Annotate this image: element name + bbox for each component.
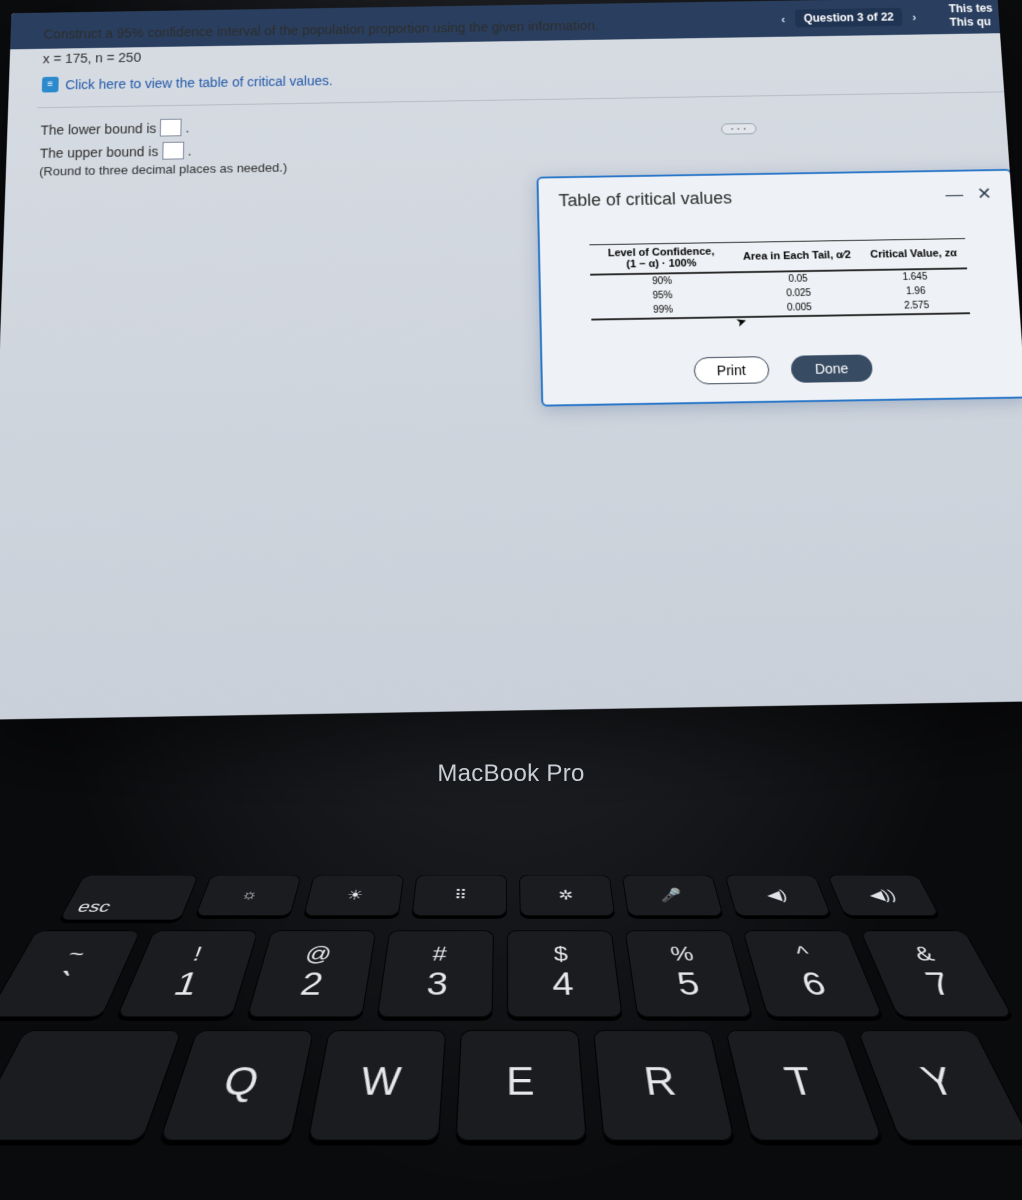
key-3: #3 [377, 930, 494, 1017]
laptop-label: MacBook Pro [0, 760, 1022, 788]
lower-bound-label: The lower bound is [40, 120, 156, 137]
key-tab [0, 1030, 182, 1141]
critical-values-table: Level of Confidence, (1 − α) · 100% Area… [589, 238, 970, 320]
key-2: @2 [247, 930, 377, 1017]
upper-bound-input[interactable] [162, 142, 184, 160]
key-t: T [725, 1030, 883, 1141]
critical-values-modal: Table of critical values — ✕ Level of Co… [536, 169, 1022, 407]
key-f7: ◀︎)) [827, 875, 940, 916]
col-critical: Critical Value, zα [860, 239, 967, 271]
key-e: E [455, 1030, 587, 1141]
key-1: !1 [116, 930, 258, 1017]
divider [37, 91, 1004, 108]
critical-values-link[interactable]: Click here to view the table of critical… [65, 73, 333, 92]
key-w: W [307, 1030, 446, 1141]
given-values: x = 175, n = 250 [43, 36, 1002, 66]
modal-title: Table of critical values [558, 188, 732, 211]
collapse-toggle[interactable]: • • • [721, 123, 757, 135]
key-y: Y [857, 1030, 1022, 1141]
key-f3: ⠿ [412, 875, 507, 916]
period: . [186, 120, 190, 135]
key-4: $4 [507, 930, 623, 1017]
question-content: Construct a 95% confidence interval of t… [39, 6, 1009, 178]
period: . [187, 143, 191, 158]
lower-bound-input[interactable] [160, 119, 182, 137]
col-confidence: Level of Confidence, (1 − α) · 100% [589, 242, 733, 274]
key-q: Q [159, 1030, 314, 1141]
key-f5: 🎤 [622, 875, 724, 916]
key-tilde: ~` [0, 930, 141, 1017]
print-button[interactable]: Print [693, 356, 769, 384]
key-7: &7 [860, 930, 1014, 1017]
key-f6: ◀︎) [724, 875, 831, 916]
col-tail: Area in Each Tail, α⁄2 [732, 240, 862, 272]
key-esc: esc [59, 875, 199, 921]
key-6: ^6 [742, 930, 883, 1017]
list-icon: ≡ [42, 77, 59, 93]
key-r: R [593, 1030, 735, 1141]
key-f2: ☀ [303, 875, 404, 916]
done-button[interactable]: Done [790, 354, 873, 383]
close-icon[interactable]: ✕ [976, 184, 992, 204]
keyboard: esc ☼ ☀ ⠿ ✲ 🎤 ◀︎) ◀︎)) ~` !1 @2 #3 $4 %5… [0, 875, 1022, 1141]
upper-bound-label: The upper bound is [40, 144, 159, 161]
key-f1: ☼ [195, 875, 302, 916]
screen: ‹ Question 3 of 22 › This tes This qu Co… [0, 0, 1022, 720]
key-f4: ✲ [519, 875, 615, 916]
photo-wrap: ‹ Question 3 of 22 › This tes This qu Co… [0, 0, 1022, 1200]
key-5: %5 [625, 930, 753, 1017]
minimize-icon[interactable]: — [945, 185, 964, 205]
